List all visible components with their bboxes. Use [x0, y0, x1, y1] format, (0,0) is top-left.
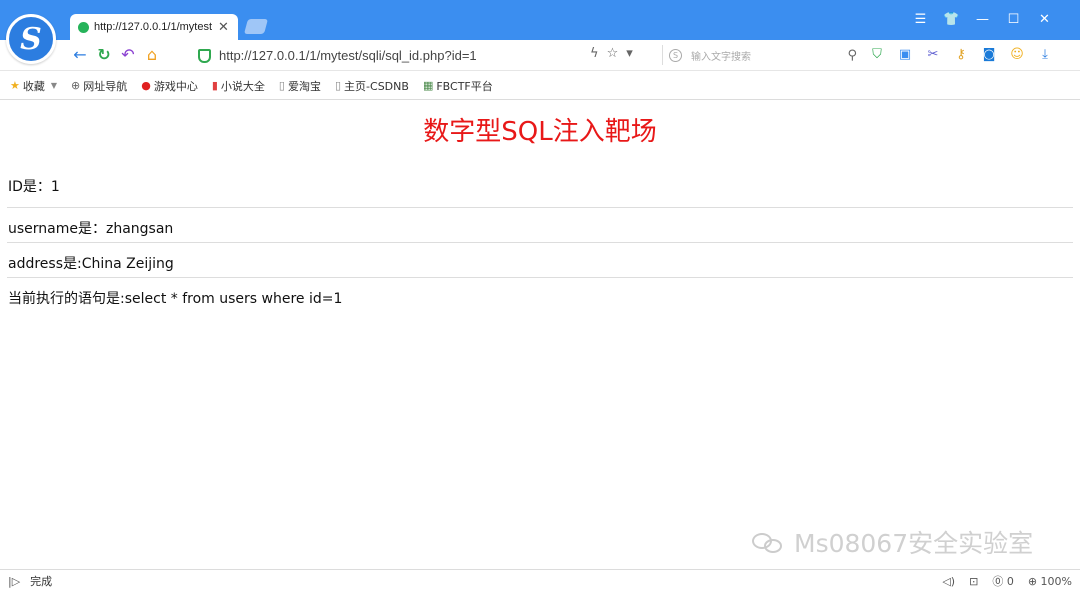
bookmark-novels[interactable]: ▮ 小说大全 — [212, 78, 265, 94]
adblock-count: 0 — [1006, 575, 1014, 588]
bookmark-label: 主页-CSDNB — [344, 79, 409, 93]
divider — [7, 207, 1073, 208]
star-icon: ★ — [10, 79, 20, 92]
maximize-icon[interactable]: ☐ — [998, 10, 1029, 30]
bookmark-nav[interactable]: ⊕ 网址导航 — [71, 78, 127, 94]
bookmark-label: 收藏 — [22, 79, 45, 93]
bookmark-label: 爱淘宝 — [287, 79, 321, 93]
url-text[interactable]: http://127.0.0.1/1/mytest/sqli/sql_id.ph… — [219, 48, 477, 63]
close-window-icon[interactable]: ✕ — [1029, 10, 1060, 30]
active-tab[interactable]: http://127.0.0.1/1/mytest ✕ — [70, 14, 238, 40]
search-engine-icon: S — [669, 48, 682, 62]
tab-title: http://127.0.0.1/1/mytest — [94, 21, 213, 33]
divider — [7, 277, 1073, 278]
id-line: ID是：1 — [8, 179, 60, 195]
watermark-text: Ms08067安全实验室 — [794, 529, 1034, 558]
back-arrow-icon[interactable]: ← — [68, 45, 92, 65]
tab-favicon-icon — [78, 21, 89, 33]
adblock-indicator[interactable]: ⓪ 0 — [992, 573, 1014, 589]
sync-extension-icon[interactable]: ▣ — [896, 46, 914, 64]
scissors-icon[interactable]: ✂ — [924, 46, 942, 64]
address-bar[interactable]: http://127.0.0.1/1/mytest/sqli/sql_id.ph… — [198, 45, 653, 66]
page-icon: ▯ — [278, 79, 285, 92]
bookmark-label: FBCTF平台 — [436, 79, 493, 93]
navigation-bar: ← ↻ ↶ ⌂ http://127.0.0.1/1/mytest/sqli/s… — [0, 40, 1080, 71]
lightning-icon[interactable]: ϟ — [590, 46, 599, 61]
browser-logo-icon[interactable]: S — [6, 14, 56, 64]
menu-icon[interactable]: ☰ — [905, 10, 936, 30]
page-title: 数字型SQL注入靶场 — [423, 117, 657, 147]
bookmarks-bar: ★ 收藏 ▼ ⊕ 网址导航 ● 游戏中心 ▮ 小说大全 ▯ 爱淘宝 ▯ 主页-C… — [0, 72, 1080, 100]
status-text: 完成 — [30, 575, 53, 588]
zoom-level: 100% — [1040, 574, 1072, 588]
download-icon[interactable]: ⤓ — [1036, 46, 1054, 64]
title-bar: http://127.0.0.1/1/mytest ✕ ☰ 👕 — ☐ ✕ — [0, 0, 1080, 40]
watermark: Ms08067安全实验室 — [750, 524, 1033, 560]
address-line: address是:China Zeijing — [8, 256, 174, 272]
search-input[interactable]: 输入文字搜索 — [691, 48, 847, 63]
bookmark-label: 游戏中心 — [153, 79, 198, 93]
key-icon[interactable]: ⚷ — [952, 46, 970, 64]
chevron-down-icon[interactable]: ▼ — [51, 81, 57, 90]
translate-icon[interactable]: ◙ — [980, 46, 998, 64]
speaker-icon[interactable]: ◁) — [942, 575, 955, 588]
home-icon[interactable]: ⌂ — [140, 45, 164, 65]
status-bar: |▷ 完成 ◁) ⊡ ⓪ 0 ⊕ 100% — [0, 569, 1080, 590]
new-tab-button[interactable] — [243, 19, 269, 34]
window-controls: ☰ 👕 — ☐ ✕ — [905, 10, 1060, 30]
security-shield-icon — [198, 48, 211, 63]
divider — [7, 242, 1073, 243]
statement-line: 当前执行的语句是:select * from users where id=1 — [8, 291, 343, 307]
bookmark-favorites[interactable]: ★ 收藏 ▼ — [10, 78, 57, 94]
undo-icon[interactable]: ↶ — [116, 45, 140, 65]
site-icon: ▦ — [422, 79, 434, 92]
sidebar-toggle-icon[interactable]: |▷ — [8, 575, 20, 588]
refresh-icon[interactable]: ↻ — [92, 45, 116, 65]
bookmark-taobao[interactable]: ▯ 爱淘宝 — [279, 78, 321, 94]
globe-icon: ⊕ — [71, 79, 81, 92]
wechat-icon — [750, 529, 788, 555]
emoji-icon[interactable]: ☺ — [1008, 46, 1026, 64]
bookmark-csdn[interactable]: ▯ 主页-CSDNB — [335, 78, 409, 94]
game-icon: ● — [141, 79, 151, 92]
username-line: username是：zhangsan — [8, 221, 174, 237]
book-icon: ▮ — [211, 79, 218, 92]
zoom-icon: ⊕ — [1027, 574, 1038, 588]
minimize-icon[interactable]: — — [967, 10, 998, 30]
skin-icon[interactable]: 👕 — [936, 10, 967, 30]
favorite-star-icon[interactable]: ☆ — [607, 46, 619, 61]
bookmark-fbctf[interactable]: ▦ FBCTF平台 — [423, 78, 493, 94]
tab-close-icon[interactable]: ✕ — [218, 20, 229, 35]
adblock-icon: ⓪ — [992, 575, 1004, 588]
bookmark-games[interactable]: ● 游戏中心 — [141, 78, 198, 94]
bookmark-label: 小说大全 — [220, 79, 265, 93]
dropdown-icon[interactable]: ▾ — [626, 46, 633, 61]
screenshot-icon[interactable]: ⊡ — [969, 575, 978, 588]
page-icon: ▯ — [334, 79, 342, 92]
search-box[interactable]: S 输入文字搜索 ⚲ — [662, 45, 857, 65]
zoom-control[interactable]: ⊕ 100% — [1028, 575, 1072, 588]
page-content: 数字型SQL注入靶场 ID是：1 username是：zhangsan addr… — [0, 101, 1080, 569]
browser-window: http://127.0.0.1/1/mytest ✕ ☰ 👕 — ☐ ✕ S … — [0, 0, 1080, 590]
shield-extension-icon[interactable]: ⛉ — [868, 46, 886, 64]
bookmark-label: 网址导航 — [83, 79, 128, 93]
search-icon[interactable]: ⚲ — [847, 48, 857, 63]
